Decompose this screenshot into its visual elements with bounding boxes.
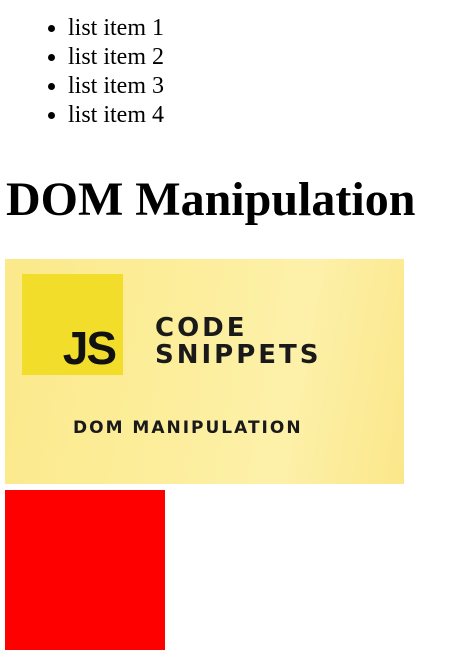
js-logo-text: JS [62,322,117,374]
banner-line-code: CODE [155,313,248,343]
red-box [5,490,165,650]
banner-subtitle: DOM MANIPULATION [73,418,303,438]
page-title: DOM Manipulation [6,173,416,226]
list-item: list item 1 [68,14,164,43]
banner-line-snippets: SNIPPETS [155,340,322,370]
list-item: list item 4 [68,101,164,130]
item-list: list item 1 list item 2 list item 3 list… [38,14,164,130]
list-item: list item 3 [68,72,164,101]
list-item: list item 2 [68,43,164,72]
code-snippets-banner-image: JS CODE SNIPPETS DOM MANIPULATION [5,259,404,484]
banner-heading: CODE SNIPPETS [155,315,322,369]
js-logo-icon: JS [22,274,123,375]
